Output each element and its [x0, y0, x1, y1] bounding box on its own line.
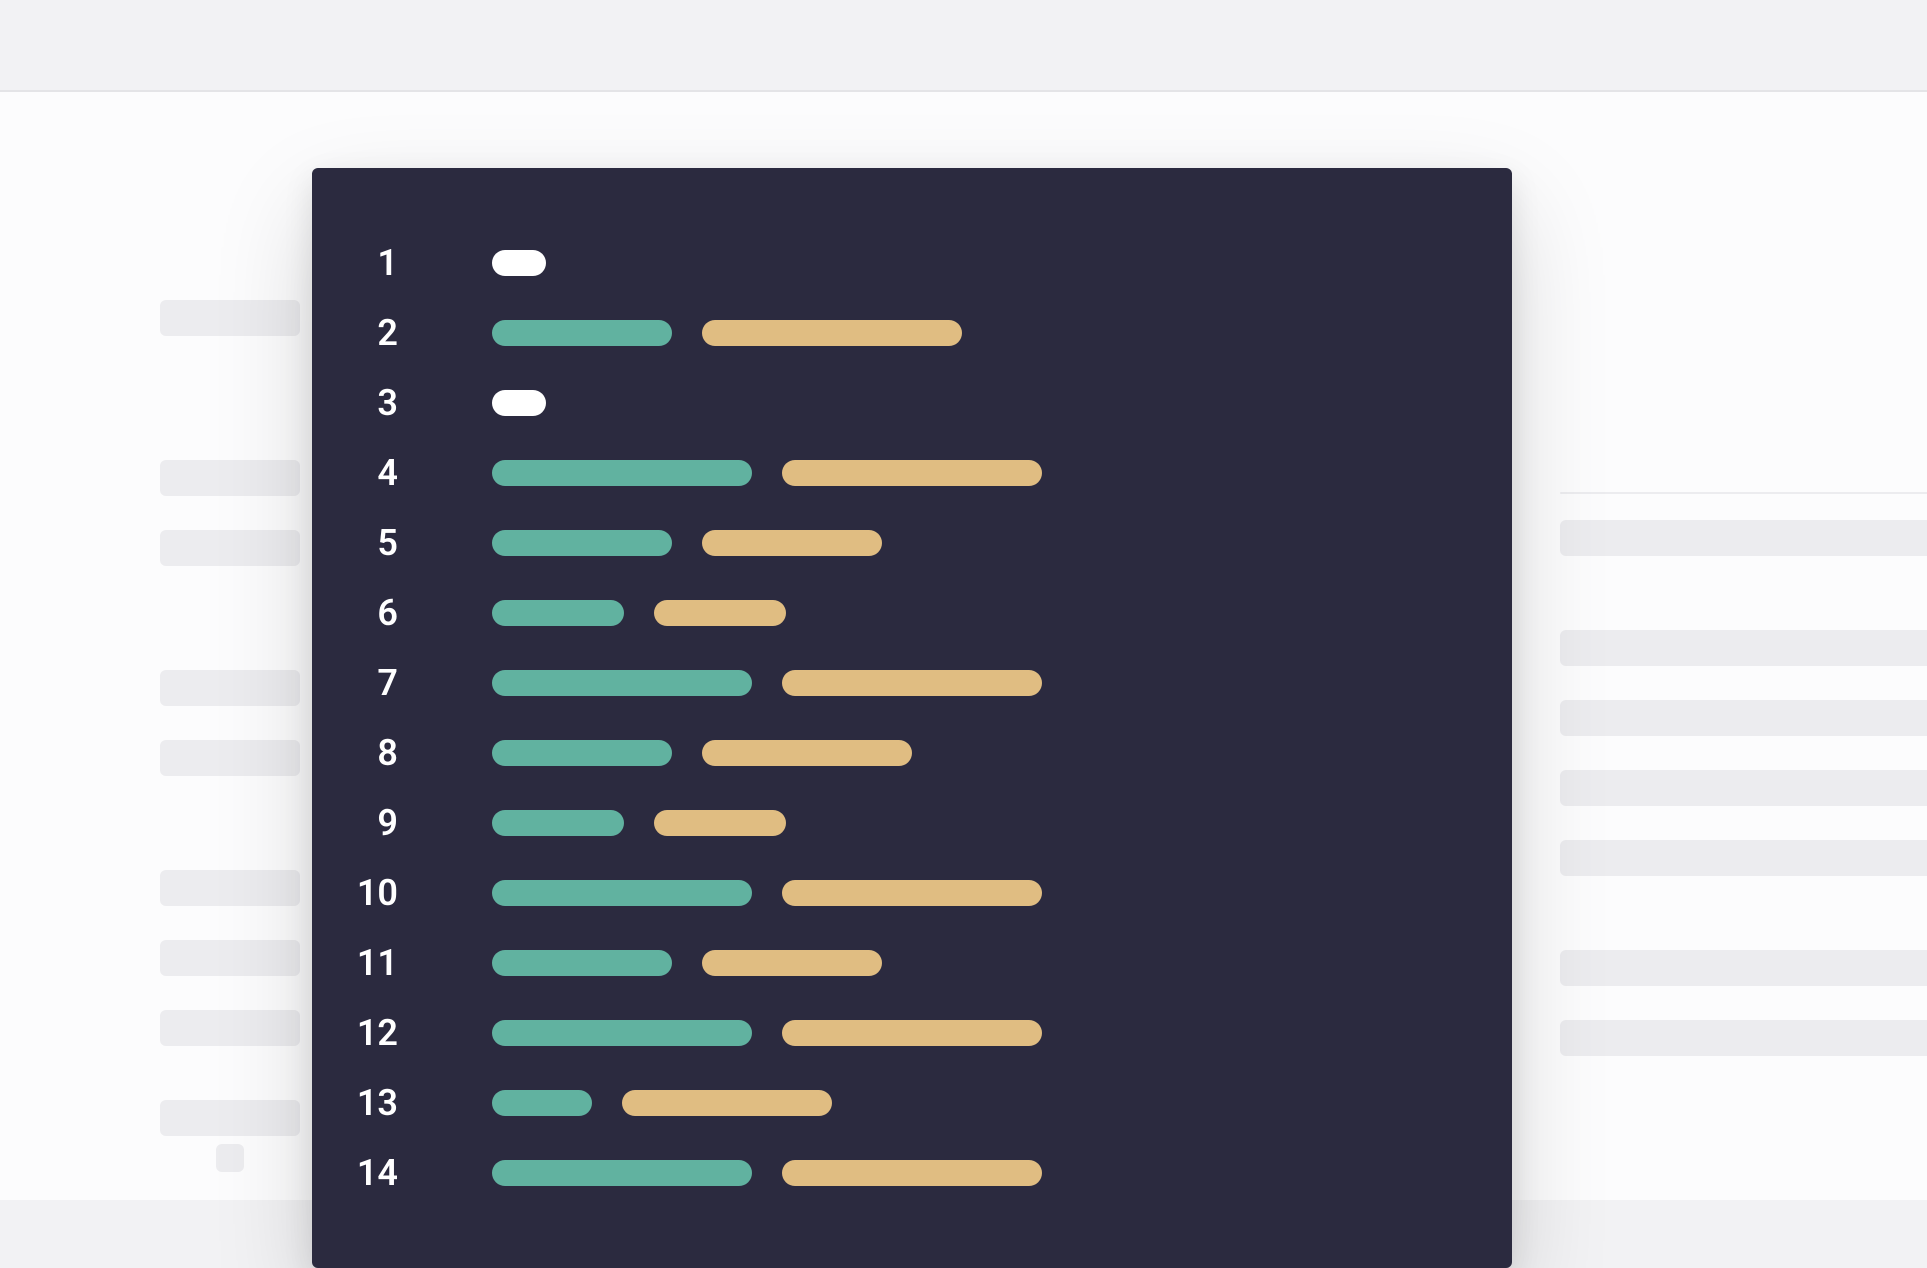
code-line [492, 368, 1472, 438]
code-token [492, 250, 546, 276]
line-number: 5 [312, 508, 452, 578]
code-token [492, 530, 672, 556]
code-token [492, 1020, 752, 1046]
code-token [654, 810, 786, 836]
skeleton-block [160, 1100, 300, 1136]
code-token [702, 530, 882, 556]
code-token [492, 950, 672, 976]
code-line [492, 1068, 1472, 1138]
page-header-skeleton [0, 0, 1927, 92]
skeleton-block [1560, 700, 1927, 736]
line-number: 8 [312, 718, 452, 788]
code-token [782, 880, 1042, 906]
line-number: 4 [312, 438, 452, 508]
code-line [492, 858, 1472, 928]
line-number-gutter: 1234567891011121314 [312, 228, 452, 1208]
skeleton-block [160, 460, 300, 496]
skeleton-block [1560, 520, 1927, 556]
code-token [622, 1090, 832, 1116]
code-token [654, 600, 786, 626]
code-line [492, 998, 1472, 1068]
skeleton-block [160, 530, 300, 566]
code-token [782, 1020, 1042, 1046]
code-line [492, 788, 1472, 858]
code-line [492, 578, 1472, 648]
line-number: 12 [312, 998, 452, 1068]
line-number: 1 [312, 228, 452, 298]
line-number: 13 [312, 1068, 452, 1138]
line-number: 7 [312, 648, 452, 718]
skeleton-block [216, 1144, 244, 1172]
code-line [492, 718, 1472, 788]
code-token [492, 1160, 752, 1186]
code-token [492, 810, 624, 836]
code-line [492, 228, 1472, 298]
skeleton-block [160, 670, 300, 706]
skeleton-block [1560, 950, 1927, 986]
code-token [782, 460, 1042, 486]
code-token [782, 670, 1042, 696]
skeleton-block [1560, 630, 1927, 666]
skeleton-block [1560, 770, 1927, 806]
code-line [492, 1138, 1472, 1208]
line-number: 6 [312, 578, 452, 648]
skeleton-block [160, 1010, 300, 1046]
code-token [492, 670, 752, 696]
code-token [492, 880, 752, 906]
skeleton-block [1560, 840, 1927, 876]
skeleton-block [160, 870, 300, 906]
line-number: 9 [312, 788, 452, 858]
code-token [492, 600, 624, 626]
line-number: 10 [312, 858, 452, 928]
code-token [492, 460, 752, 486]
code-line [492, 298, 1472, 368]
code-line [492, 648, 1472, 718]
code-editor-card: 1234567891011121314 [312, 168, 1512, 1268]
line-number: 3 [312, 368, 452, 438]
skeleton-block [1560, 492, 1927, 494]
skeleton-block [1560, 1020, 1927, 1056]
code-token [702, 950, 882, 976]
skeleton-block [160, 940, 300, 976]
code-token [782, 1160, 1042, 1186]
code-token [702, 320, 962, 346]
code-line [492, 928, 1472, 998]
code-token [492, 1090, 592, 1116]
code-line [492, 508, 1472, 578]
code-token [702, 740, 912, 766]
code-line [492, 438, 1472, 508]
skeleton-block [160, 740, 300, 776]
line-number: 11 [312, 928, 452, 998]
code-area [492, 228, 1472, 1208]
line-number: 14 [312, 1138, 452, 1208]
line-number: 2 [312, 298, 452, 368]
code-token [492, 740, 672, 766]
code-token [492, 390, 546, 416]
code-token [492, 320, 672, 346]
skeleton-block [160, 300, 300, 336]
